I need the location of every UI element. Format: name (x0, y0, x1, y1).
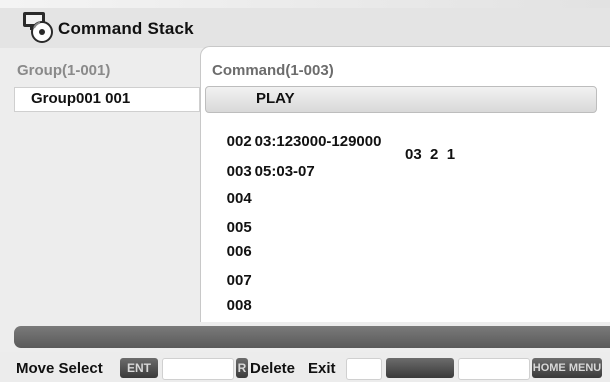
group-list-item[interactable]: Group001 001 (14, 87, 200, 112)
page-title: Command Stack (58, 19, 194, 38)
command-row-value: 05:03-07 (254, 163, 315, 180)
disc-monitor-icon (20, 10, 56, 44)
command-row[interactable]: 008 (210, 280, 255, 331)
group-item-label: Group001 001 (31, 90, 131, 107)
enter-key-icon[interactable]: ENT (120, 358, 158, 378)
top-strip (0, 0, 610, 8)
command-row-label: PLAY (256, 90, 295, 107)
command-row-extra: 03 2 1 (405, 146, 456, 163)
command-row-selected[interactable]: PLAY (205, 86, 597, 113)
blank-key-icon-2 (346, 358, 382, 380)
title-bar: Command Stack (0, 8, 610, 48)
delete-label: Delete (250, 360, 296, 377)
color-key-icon[interactable] (386, 358, 454, 378)
command-list-header: Command(1-003) (212, 62, 334, 79)
status-bar (14, 326, 610, 348)
blank-key-icon-3 (458, 358, 530, 380)
group-list-header: Group(1-001) (17, 62, 111, 79)
command-panel: Command(1-003) PLAY 002 03:123000-129000 … (200, 46, 610, 322)
move-select-label: Move Select (16, 360, 103, 377)
blank-key-icon (162, 358, 234, 380)
red-key-icon[interactable]: R (236, 358, 248, 378)
exit-label: Exit (308, 360, 336, 377)
command-row-number: 008 (226, 297, 252, 314)
button-guide-bar: Move Select ENT R Delete Exit HOME MENU (0, 352, 610, 382)
home-menu-key-icon[interactable]: HOME MENU (532, 358, 602, 378)
